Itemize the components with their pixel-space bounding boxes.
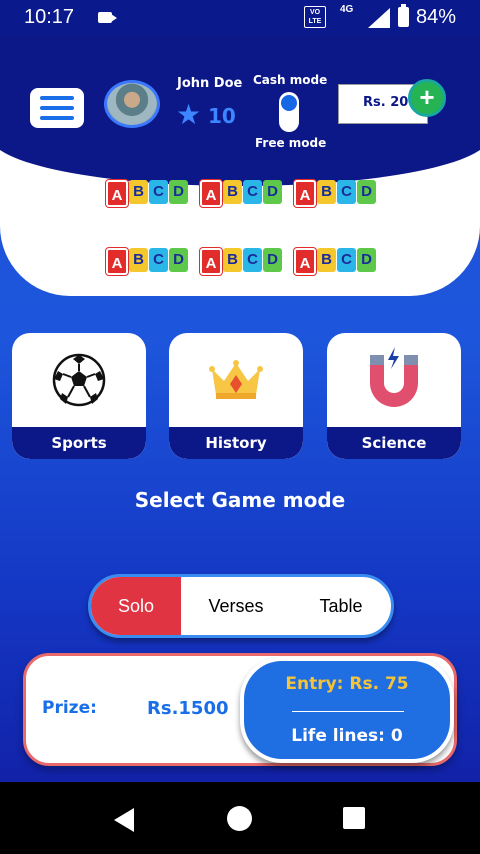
option-a: A xyxy=(294,248,316,275)
option-c: C xyxy=(337,180,356,204)
app-screen: John Doe ★ 10 Cash mode Free mode Rs. 20… xyxy=(0,36,480,782)
option-d: D xyxy=(357,248,376,272)
entry-box[interactable]: Entry: Rs. 75 Life lines: 0 xyxy=(240,657,454,763)
battery-icon xyxy=(398,4,409,27)
option-b: B xyxy=(317,248,336,272)
prize-label: Prize: xyxy=(42,698,97,718)
options-row: A B C D A B C D A B C D xyxy=(106,180,376,207)
navigation-bar xyxy=(0,782,480,854)
option-a: A xyxy=(200,248,222,275)
network-type: 4G xyxy=(340,4,354,15)
video-camera-icon xyxy=(98,12,117,23)
stars-count: 10 xyxy=(208,104,236,128)
option-a: A xyxy=(200,180,222,207)
star-icon: ★ xyxy=(176,98,202,131)
recent-apps-icon[interactable] xyxy=(343,807,365,829)
cash-mode-label: Cash mode xyxy=(253,73,328,87)
abcd-badge: A B C D xyxy=(106,180,188,207)
select-game-mode-title: Select Game mode xyxy=(134,488,346,512)
option-b: B xyxy=(129,180,148,204)
option-a: A xyxy=(106,180,128,207)
free-mode-label: Free mode xyxy=(255,136,327,150)
status-time: 10:17 xyxy=(24,6,75,28)
category-label: Science xyxy=(327,427,461,459)
abcd-badge: A B C D xyxy=(200,248,282,275)
category-label: Sports xyxy=(12,427,146,459)
username: John Doe xyxy=(177,76,243,91)
mode-verses-button[interactable]: Verses xyxy=(181,577,291,635)
divider xyxy=(292,711,404,712)
abcd-badge: A B C D xyxy=(294,248,376,275)
hamburger-icon xyxy=(40,96,74,100)
option-d: D xyxy=(263,248,282,272)
option-c: C xyxy=(149,248,168,272)
category-card-history[interactable]: History xyxy=(169,333,303,459)
abcd-badge: A B C D xyxy=(294,180,376,207)
option-b: B xyxy=(129,248,148,272)
options-row: A B C D A B C D A B C D xyxy=(106,248,376,275)
option-c: C xyxy=(149,180,168,204)
category-card-science[interactable]: Science xyxy=(327,333,461,459)
mode-table-button[interactable]: Table xyxy=(291,577,391,635)
option-d: D xyxy=(263,180,282,204)
menu-button[interactable] xyxy=(30,88,84,128)
magnet-icon xyxy=(364,347,424,415)
crown-icon xyxy=(208,359,264,405)
option-d: D xyxy=(169,180,188,204)
life-lines: Life lines: 0 xyxy=(291,726,403,746)
category-label: History xyxy=(169,427,303,459)
status-bar: 10:17 VO LTE 4G 84% xyxy=(0,0,480,36)
option-a: A xyxy=(294,180,316,207)
signal-icon xyxy=(368,8,390,28)
abcd-badge: A B C D xyxy=(106,248,188,275)
avatar[interactable] xyxy=(104,80,160,128)
back-icon[interactable] xyxy=(114,808,134,832)
option-c: C xyxy=(243,248,262,272)
category-card-sports[interactable]: Sports xyxy=(12,333,146,459)
game-mode-selector: Solo Verses Table xyxy=(88,574,394,638)
mode-solo-button[interactable]: Solo xyxy=(91,577,181,635)
option-a: A xyxy=(106,248,128,275)
entry-fee: Entry: Rs. 75 xyxy=(285,674,409,694)
toggle-knob xyxy=(281,95,297,111)
option-d: D xyxy=(357,180,376,204)
soccer-ball-icon xyxy=(52,353,106,411)
option-d: D xyxy=(169,248,188,272)
option-b: B xyxy=(317,180,336,204)
volte-icon: VO LTE xyxy=(304,6,326,28)
mode-toggle[interactable] xyxy=(279,92,299,132)
battery-percent: 84% xyxy=(416,6,457,28)
option-b: B xyxy=(223,248,242,272)
prize-value: Rs.1500 xyxy=(147,698,229,719)
option-c: C xyxy=(243,180,262,204)
add-money-button[interactable]: + xyxy=(408,79,446,117)
option-c: C xyxy=(337,248,356,272)
home-icon[interactable] xyxy=(227,806,252,831)
abcd-badge: A B C D xyxy=(200,180,282,207)
option-b: B xyxy=(223,180,242,204)
